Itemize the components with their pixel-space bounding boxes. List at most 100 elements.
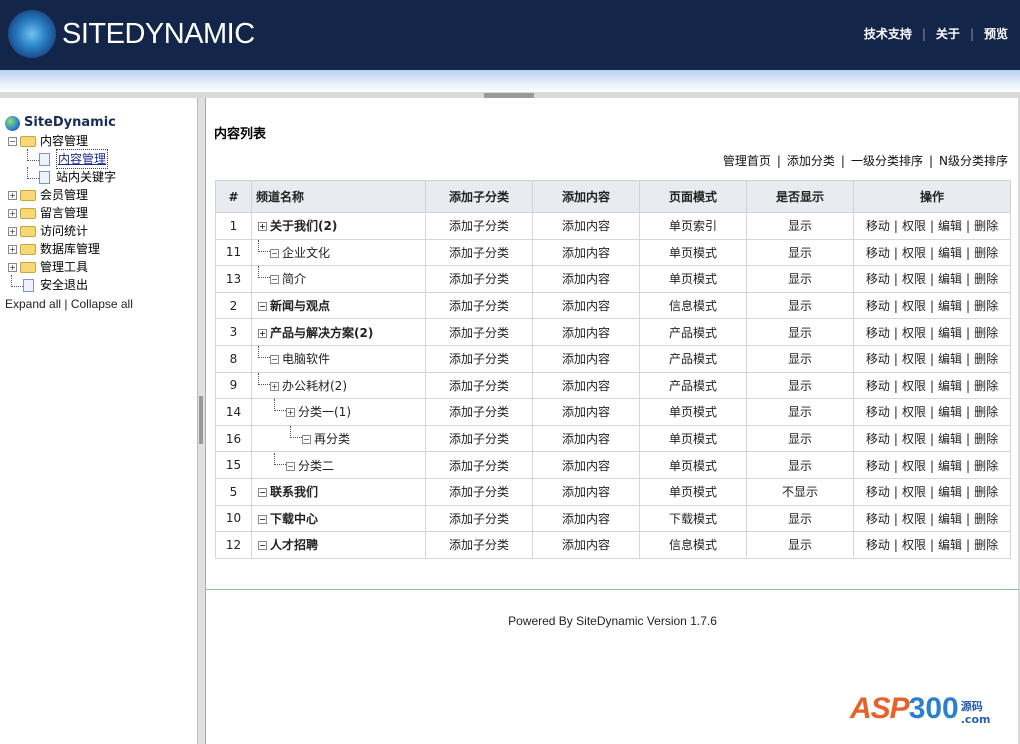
expand-icon[interactable]: + — [258, 222, 267, 232]
add-subcategory-link[interactable]: 添加子分类 — [449, 485, 509, 499]
expand-icon[interactable]: + — [258, 328, 267, 338]
tree-item-members[interactable]: 会员管理 — [40, 186, 88, 204]
expand-icon[interactable]: + — [8, 226, 17, 236]
move-link[interactable]: 移动 — [866, 538, 890, 552]
tree-root[interactable]: SiteDynamic — [24, 114, 116, 132]
permissions-link[interactable]: 权限 — [902, 405, 926, 419]
delete-link[interactable]: 删除 — [974, 459, 998, 473]
collapse-icon[interactable]: − — [8, 136, 17, 146]
expand-icon[interactable]: + — [8, 244, 17, 254]
expand-icon[interactable]: + — [286, 408, 295, 418]
visibility-toggle[interactable]: 显示 — [788, 405, 812, 419]
expand-icon[interactable]: + — [8, 262, 17, 272]
visibility-toggle[interactable]: 显示 — [788, 459, 812, 473]
tree-item-tools[interactable]: 管理工具 — [40, 258, 88, 276]
link-support[interactable]: 技术支持 — [864, 27, 912, 41]
move-link[interactable]: 移动 — [866, 459, 890, 473]
tree-item-keywords[interactable]: 站内关键字 — [56, 168, 116, 186]
edit-link[interactable]: 编辑 — [938, 272, 962, 286]
tree-item-logout[interactable]: 安全退出 — [40, 276, 88, 294]
link-sort-level1[interactable]: 一级分类排序 — [851, 154, 923, 168]
add-subcategory-link[interactable]: 添加子分类 — [449, 352, 509, 366]
delete-link[interactable]: 删除 — [974, 299, 998, 313]
visibility-toggle[interactable]: 显示 — [788, 299, 812, 313]
permissions-link[interactable]: 权限 — [902, 246, 926, 260]
channel-name[interactable]: 企业文化 — [282, 246, 330, 260]
splitter-handle[interactable] — [199, 396, 203, 444]
visibility-toggle[interactable]: 显示 — [788, 219, 812, 233]
collapse-icon[interactable]: − — [270, 355, 279, 365]
add-subcategory-link[interactable]: 添加子分类 — [449, 512, 509, 526]
add-content-link[interactable]: 添加内容 — [562, 246, 610, 260]
visibility-toggle[interactable]: 显示 — [788, 432, 812, 446]
edit-link[interactable]: 编辑 — [938, 326, 962, 340]
edit-link[interactable]: 编辑 — [938, 459, 962, 473]
tree-item-content[interactable]: 内容管理 — [40, 132, 88, 150]
permissions-link[interactable]: 权限 — [902, 538, 926, 552]
expand-icon[interactable]: + — [8, 190, 17, 200]
link-admin-home[interactable]: 管理首页 — [723, 154, 771, 168]
permissions-link[interactable]: 权限 — [902, 219, 926, 233]
edit-link[interactable]: 编辑 — [938, 352, 962, 366]
collapse-icon[interactable]: − — [286, 461, 295, 471]
expand-all-link[interactable]: Expand all — [5, 297, 61, 311]
add-content-link[interactable]: 添加内容 — [562, 272, 610, 286]
visibility-toggle[interactable]: 显示 — [788, 272, 812, 286]
tree-item-database[interactable]: 数据库管理 — [40, 240, 100, 258]
expand-icon[interactable]: + — [270, 381, 279, 391]
permissions-link[interactable]: 权限 — [902, 272, 926, 286]
move-link[interactable]: 移动 — [866, 352, 890, 366]
add-content-link[interactable]: 添加内容 — [562, 326, 610, 340]
add-content-link[interactable]: 添加内容 — [562, 459, 610, 473]
add-content-link[interactable]: 添加内容 — [562, 379, 610, 393]
tree-item-stats[interactable]: 访问统计 — [40, 222, 88, 240]
edit-link[interactable]: 编辑 — [938, 246, 962, 260]
permissions-link[interactable]: 权限 — [902, 326, 926, 340]
permissions-link[interactable]: 权限 — [902, 352, 926, 366]
delete-link[interactable]: 删除 — [974, 272, 998, 286]
tree-item-messages[interactable]: 留言管理 — [40, 204, 88, 222]
permissions-link[interactable]: 权限 — [902, 299, 926, 313]
channel-name[interactable]: 办公耗材(2) — [282, 379, 347, 393]
channel-name[interactable]: 关于我们(2) — [270, 219, 337, 233]
edit-link[interactable]: 编辑 — [938, 485, 962, 499]
visibility-toggle[interactable]: 显示 — [788, 246, 812, 260]
visibility-toggle[interactable]: 不显示 — [782, 485, 818, 499]
move-link[interactable]: 移动 — [866, 272, 890, 286]
delete-link[interactable]: 删除 — [974, 246, 998, 260]
channel-name[interactable]: 联系我们 — [270, 485, 318, 499]
expand-icon[interactable]: + — [8, 208, 17, 218]
edit-link[interactable]: 编辑 — [938, 379, 962, 393]
collapse-icon[interactable]: − — [258, 514, 267, 524]
edit-link[interactable]: 编辑 — [938, 299, 962, 313]
link-sort-nlevel[interactable]: N级分类排序 — [939, 154, 1008, 168]
add-subcategory-link[interactable]: 添加子分类 — [449, 405, 509, 419]
edit-link[interactable]: 编辑 — [938, 219, 962, 233]
link-add-category[interactable]: 添加分类 — [787, 154, 835, 168]
channel-name[interactable]: 电脑软件 — [282, 352, 330, 366]
collapse-all-link[interactable]: Collapse all — [71, 297, 133, 311]
move-link[interactable]: 移动 — [866, 299, 890, 313]
visibility-toggle[interactable]: 显示 — [788, 379, 812, 393]
link-preview[interactable]: 预览 — [984, 27, 1008, 41]
add-subcategory-link[interactable]: 添加子分类 — [449, 299, 509, 313]
add-content-link[interactable]: 添加内容 — [562, 512, 610, 526]
channel-name[interactable]: 分类一(1) — [298, 405, 351, 419]
add-content-link[interactable]: 添加内容 — [562, 299, 610, 313]
add-content-link[interactable]: 添加内容 — [562, 432, 610, 446]
delete-link[interactable]: 删除 — [974, 352, 998, 366]
tree-item-content-manage[interactable]: 内容管理 — [56, 149, 109, 169]
visibility-toggle[interactable]: 显示 — [788, 352, 812, 366]
add-subcategory-link[interactable]: 添加子分类 — [449, 219, 509, 233]
add-subcategory-link[interactable]: 添加子分类 — [449, 246, 509, 260]
move-link[interactable]: 移动 — [866, 219, 890, 233]
add-content-link[interactable]: 添加内容 — [562, 219, 610, 233]
delete-link[interactable]: 删除 — [974, 512, 998, 526]
channel-name[interactable]: 人才招聘 — [270, 538, 318, 552]
edit-link[interactable]: 编辑 — [938, 405, 962, 419]
add-content-link[interactable]: 添加内容 — [562, 405, 610, 419]
delete-link[interactable]: 删除 — [974, 379, 998, 393]
sidebar-splitter[interactable] — [198, 98, 205, 744]
collapse-icon[interactable]: − — [270, 248, 279, 258]
edit-link[interactable]: 编辑 — [938, 432, 962, 446]
